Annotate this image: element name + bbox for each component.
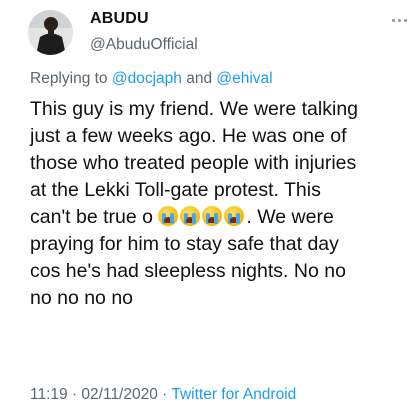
- more-options-icon[interactable]: [387, 14, 411, 26]
- tweet-text-line: praying for him to stay safe that day: [30, 233, 339, 255]
- tweet-time[interactable]: 11:19: [30, 386, 68, 403]
- mention-link[interactable]: @docjaph: [112, 70, 182, 87]
- tweet-text-segment: . We were: [246, 206, 334, 228]
- avatar-image: [28, 10, 73, 55]
- tweet-text-line: at the Lekki Toll-gate protest. This: [30, 179, 321, 201]
- avatar[interactable]: [28, 10, 73, 55]
- mention-joiner: and: [181, 70, 217, 87]
- tweet-text-line: cos he's had sleepless nights. No no: [30, 260, 346, 282]
- loudly-crying-face-icon: [202, 206, 223, 226]
- tweet-text-line: no no no no: [30, 287, 134, 309]
- author-handle[interactable]: @AbuduOfficial: [90, 36, 198, 54]
- loudly-crying-face-icon: [224, 206, 245, 226]
- separator: ·: [67, 386, 82, 403]
- replying-to: Replying to @docjaph and @ehival: [30, 70, 273, 88]
- tweet-source-link[interactable]: Twitter for Android: [171, 386, 296, 403]
- loudly-crying-face-icon: [158, 206, 179, 226]
- tweet-text-line: can't be true o . We were: [30, 204, 418, 231]
- tweet-text-line: This guy is my friend. We were talking: [30, 98, 359, 120]
- tweet-text-line: those who treated people with injuries: [30, 152, 357, 174]
- author-name[interactable]: ABUDU: [90, 10, 149, 28]
- separator: ·: [157, 386, 172, 403]
- tweet-text-line: just a few weeks ago. He was one of: [30, 125, 347, 147]
- mention-link[interactable]: @ehival: [216, 70, 272, 87]
- loudly-crying-face-icon: [180, 206, 201, 226]
- tweet-text: This guy is my friend. We were talking j…: [30, 96, 418, 312]
- tweet-text-segment: can't be true o: [30, 206, 153, 228]
- tweet-date[interactable]: 02/11/2020: [81, 386, 157, 403]
- replying-prefix: Replying to: [30, 70, 112, 87]
- tweet-card: ABUDU @AbuduOfficial Replying to @docjap…: [0, 0, 419, 414]
- tweet-metadata: 11:19 · 02/11/2020 · Twitter for Android: [30, 386, 296, 404]
